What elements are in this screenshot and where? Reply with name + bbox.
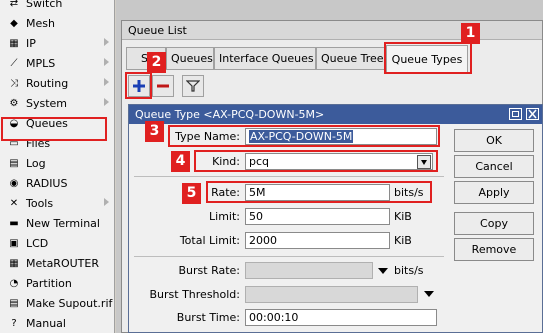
mesh-icon: ◆ bbox=[10, 17, 18, 29]
limit-field[interactable]: 50 bbox=[245, 208, 390, 225]
remove-dialog-button[interactable]: Remove bbox=[454, 238, 534, 261]
manual-icon: ? bbox=[11, 317, 17, 329]
sidebar-item-label: Switch bbox=[26, 0, 63, 10]
sidebar-item-new-terminal[interactable]: ▬ New Terminal bbox=[0, 213, 115, 233]
annotation-badge-4: 4 bbox=[171, 151, 190, 172]
highlight-queue-types bbox=[384, 42, 472, 74]
sidebar-item-label: Mesh bbox=[26, 16, 55, 30]
minus-icon bbox=[157, 84, 169, 88]
sidebar-item-ip[interactable]: ▦ IP bbox=[0, 33, 115, 53]
sidebar-item-label: Tools bbox=[26, 196, 54, 210]
remove-button[interactable] bbox=[152, 75, 174, 97]
sidebar-item-mpls[interactable]: ⟋ MPLS bbox=[0, 53, 115, 73]
sidebar-item-lcd[interactable]: ▣ LCD bbox=[0, 233, 115, 253]
system-icon: ⚙ bbox=[9, 97, 19, 109]
sidebar-item-label: Make Supout.rif bbox=[26, 296, 113, 310]
sidebar-item-label: IP bbox=[26, 36, 36, 50]
ip-icon: ▦ bbox=[9, 37, 19, 49]
burst-rate-unit: bits/s bbox=[394, 264, 424, 277]
submenu-arrow-icon bbox=[104, 98, 109, 106]
burst-rate-label: Burst Rate: bbox=[178, 264, 240, 277]
terminal-icon: ▬ bbox=[9, 217, 19, 229]
tab-interface-queues[interactable]: Interface Queues bbox=[214, 47, 316, 70]
sidebar-item-label: Routing bbox=[26, 76, 69, 90]
cancel-button[interactable]: Cancel bbox=[454, 155, 534, 178]
sidebar-item-label: Manual bbox=[26, 316, 66, 330]
burst-rate-field[interactable] bbox=[245, 262, 373, 279]
sidebar-item-label: Log bbox=[26, 156, 46, 170]
apply-button[interactable]: Apply bbox=[454, 181, 534, 204]
tools-icon: ✕ bbox=[9, 197, 19, 209]
sidebar-item-log[interactable]: ▤ Log bbox=[0, 153, 115, 173]
highlight-type-name bbox=[168, 125, 440, 147]
submenu-arrow-icon bbox=[104, 78, 109, 86]
separator bbox=[134, 176, 444, 177]
sidebar-item-label: MetaROUTER bbox=[26, 256, 99, 270]
tab-queues[interactable]: Queues bbox=[166, 47, 214, 70]
mpls-icon: ⟋ bbox=[10, 57, 18, 69]
tab-queue-tree[interactable]: Queue Tree bbox=[316, 47, 386, 70]
sidebar: ⇄ Switch ◆ Mesh ▦ IP ⟋ MPLS ⤨ Routing ⚙ System ◒ Queu… bbox=[0, 0, 115, 333]
filter-button[interactable] bbox=[182, 75, 204, 97]
sidebar-item-mesh[interactable]: ◆ Mesh bbox=[0, 13, 115, 33]
sidebar-item-label: System bbox=[26, 96, 68, 110]
sidebar-item-label: RADIUS bbox=[26, 176, 68, 190]
sidebar-item-routing[interactable]: ⤨ Routing bbox=[0, 73, 115, 93]
sidebar-item-switch[interactable]: ⇄ Switch bbox=[0, 0, 115, 13]
burst-time-field[interactable]: 00:00:10 bbox=[245, 309, 437, 326]
lcd-icon: ▣ bbox=[9, 237, 19, 249]
burst-threshold-label: Burst Threshold: bbox=[149, 288, 241, 301]
sidebar-item-manual[interactable]: ? Manual bbox=[0, 313, 115, 333]
annotation-badge-3: 3 bbox=[145, 121, 164, 142]
sidebar-item-label: Partition bbox=[26, 276, 72, 290]
submenu-arrow-icon bbox=[104, 38, 109, 46]
burst-time-label: Burst Time: bbox=[176, 311, 240, 324]
partition-icon: ◔ bbox=[9, 277, 19, 289]
sidebar-item-label: New Terminal bbox=[26, 216, 100, 230]
sidebar-item-system[interactable]: ⚙ System bbox=[0, 93, 115, 113]
submenu-arrow-icon bbox=[104, 58, 109, 66]
burst-threshold-field[interactable] bbox=[245, 286, 418, 303]
sidebar-item-label: MPLS bbox=[26, 56, 56, 70]
annotation-badge-1: 1 bbox=[461, 23, 480, 44]
submenu-arrow-icon bbox=[104, 198, 109, 206]
highlight-rate bbox=[206, 181, 432, 203]
filter-icon bbox=[186, 80, 200, 92]
highlight-kind bbox=[194, 150, 438, 172]
routing-icon: ⤨ bbox=[10, 77, 18, 89]
limit-unit: KiB bbox=[394, 210, 412, 223]
sidebar-item-label: LCD bbox=[26, 236, 49, 250]
maximize-icon[interactable] bbox=[509, 108, 522, 120]
highlight-queues bbox=[1, 117, 107, 141]
highlight-add-button bbox=[125, 72, 152, 99]
annotation-badge-2: 2 bbox=[147, 52, 166, 73]
dialog-title: Queue Type <AX-PCQ-DOWN-5M> bbox=[135, 108, 325, 121]
ok-button[interactable]: OK bbox=[454, 129, 534, 152]
total-limit-field[interactable]: 2000 bbox=[245, 232, 390, 249]
supout-icon: ▤ bbox=[9, 297, 19, 309]
close-icon[interactable] bbox=[526, 108, 539, 120]
sidebar-item-partition[interactable]: ◔ Partition bbox=[0, 273, 115, 293]
switch-icon: ⇄ bbox=[9, 0, 19, 9]
sidebar-item-metarouter[interactable]: ▦ MetaROUTER bbox=[0, 253, 115, 273]
dialog-title-bar: Queue Type <AX-PCQ-DOWN-5M> bbox=[129, 105, 542, 124]
separator bbox=[134, 256, 444, 257]
total-limit-label: Total Limit: bbox=[179, 234, 240, 247]
copy-button[interactable]: Copy bbox=[454, 212, 534, 235]
sidebar-item-make-supout-rif[interactable]: ▤ Make Supout.rif bbox=[0, 293, 115, 313]
burst-rate-dropdown-icon[interactable] bbox=[378, 268, 388, 274]
sidebar-item-radius[interactable]: ◉ RADIUS bbox=[0, 173, 115, 193]
log-icon: ▤ bbox=[9, 157, 19, 169]
metarouter-icon: ▦ bbox=[9, 257, 19, 269]
total-limit-unit: KiB bbox=[394, 234, 412, 247]
burst-threshold-dropdown-icon[interactable] bbox=[424, 291, 434, 297]
limit-label: Limit: bbox=[209, 210, 240, 223]
annotation-badge-5: 5 bbox=[182, 183, 201, 204]
sidebar-item-tools[interactable]: ✕ Tools bbox=[0, 193, 115, 213]
radius-icon: ◉ bbox=[9, 177, 19, 189]
